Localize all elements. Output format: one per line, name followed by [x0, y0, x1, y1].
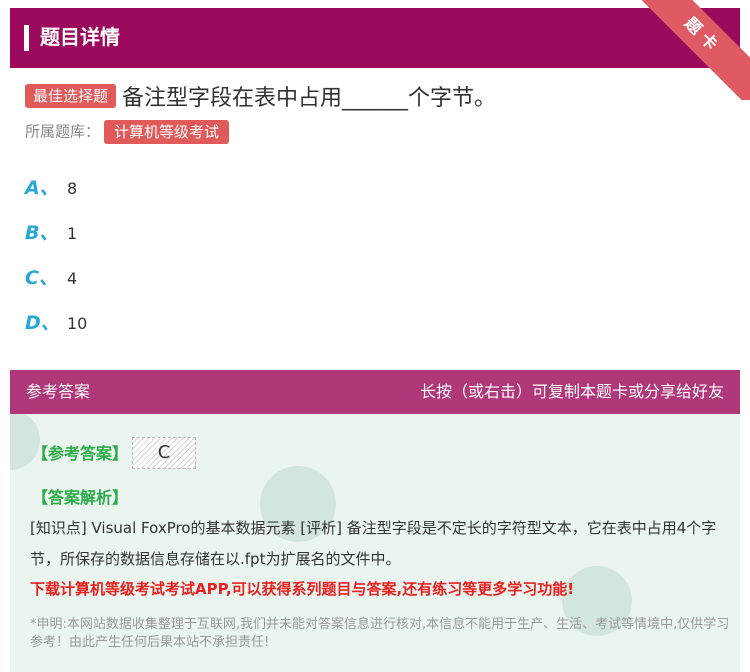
app-download-promo[interactable]: 下载计算机等级考试考试APP,可以获得系列题目与答案,还有练习等更多学习功能!: [30, 578, 730, 599]
answer-header-title: 参考答案: [26, 382, 91, 401]
option-letter: D、: [25, 312, 60, 334]
option-letter: C、: [25, 267, 58, 289]
bank-tag[interactable]: 计算机等级考试: [104, 120, 230, 144]
reference-answer-image: C: [132, 437, 196, 469]
analysis-label: 【答案解析】: [32, 488, 129, 507]
option-letter: B、: [25, 222, 59, 244]
disclaimer-text: *申明:本网站数据收集整理于互联网,我们并未能对答案信息进行核对,本信息不能用于…: [30, 617, 730, 650]
reference-answer-label: 【参考答案】: [32, 444, 129, 463]
copy-share-hint[interactable]: 长按（或右击）可复制本题卡或分享给好友: [420, 370, 724, 414]
bank-label: 所属题库：: [25, 122, 101, 141]
question-bank: 所属题库： 计算机等级考试: [25, 120, 230, 144]
answer-panel: 参考答案 长按（或右击）可复制本题卡或分享给好友 【参考答案】 C 【答案解析】…: [10, 370, 740, 672]
option-value: 1: [67, 224, 78, 243]
page-title: 题目详情: [40, 25, 120, 49]
option-value: 10: [67, 314, 88, 333]
analysis-text: [知识点] Visual FoxPro的基本数据元素 [评析] 备注型字段是不定…: [30, 519, 717, 568]
header-accent-bar: [24, 25, 29, 51]
option-c[interactable]: C、 4: [25, 266, 77, 290]
option-value: 4: [67, 269, 78, 288]
option-letter: A、: [25, 177, 59, 199]
question-text: 备注型字段在表中占用______个字节。: [122, 86, 497, 111]
option-a[interactable]: A、 8: [25, 176, 77, 200]
option-b[interactable]: B、 1: [25, 221, 77, 245]
question-stem: 最佳选择题 备注型字段在表中占用______个字节。: [25, 80, 725, 112]
option-value: 8: [67, 179, 78, 198]
question-type-tag: 最佳选择题: [25, 84, 117, 108]
answer-header: 参考答案 长按（或右击）可复制本题卡或分享给好友: [10, 370, 740, 414]
option-d[interactable]: D、 10: [25, 311, 87, 335]
